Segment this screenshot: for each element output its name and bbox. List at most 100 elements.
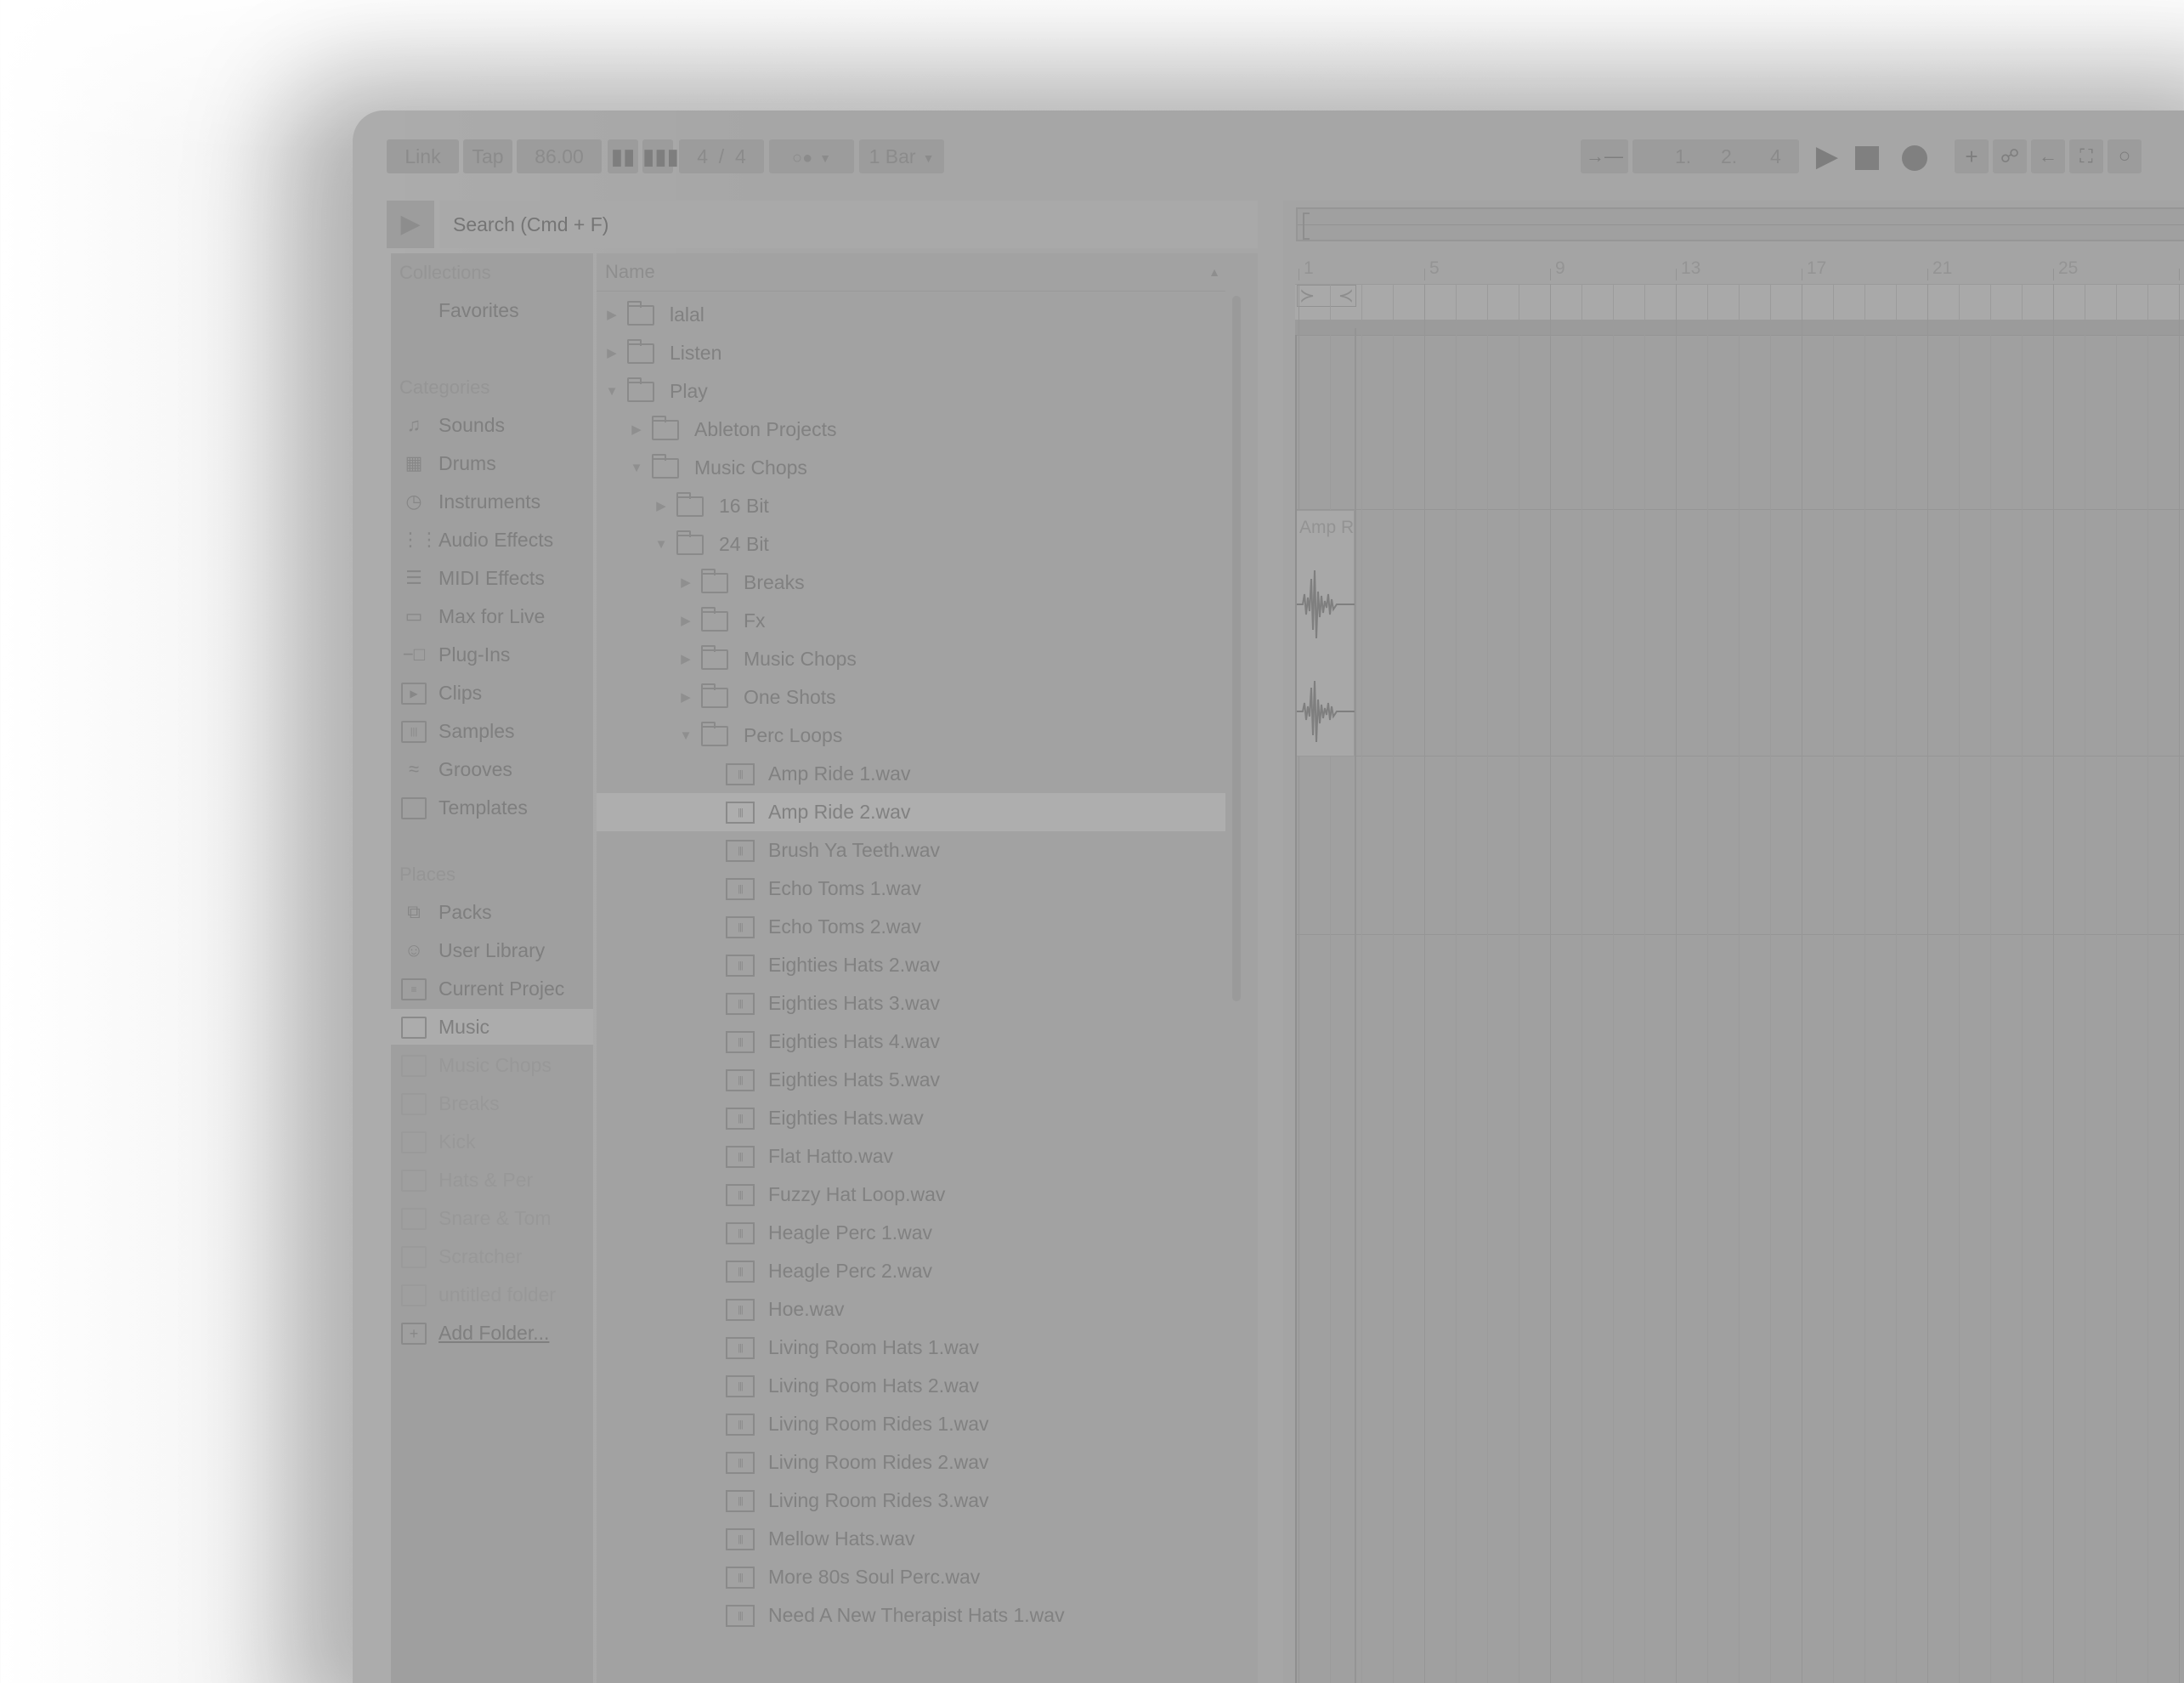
sidebar-item-max-for-live[interactable]: ▭ Max for Live [391, 598, 593, 634]
arrangement-position-field[interactable]: 1. 2. 4 [1632, 139, 1799, 173]
collapsed-arrow-icon[interactable]: ▶ [603, 296, 620, 334]
file-row[interactable]: ||| Eighties Hats 5.wav [597, 1061, 1225, 1099]
follow-icon[interactable]: →— [1581, 139, 1628, 173]
sidebar-item-templates[interactable]: Templates [391, 790, 593, 825]
file-row[interactable]: ||| Heagle Perc 2.wav [597, 1252, 1225, 1290]
record-icon[interactable] [1898, 139, 1932, 173]
folder-row[interactable]: ▶ One Shots [597, 678, 1225, 717]
add-folder-button[interactable]: + Add Folder... [391, 1315, 593, 1351]
file-row[interactable]: ||| Living Room Rides 3.wav [597, 1482, 1225, 1520]
file-row[interactable]: ||| Echo Toms 2.wav [597, 908, 1225, 946]
file-row[interactable]: ||| Living Room Rides 1.wav [597, 1405, 1225, 1443]
scrub-area[interactable] [1295, 320, 2184, 335]
collapsed-arrow-icon[interactable]: ▶ [653, 487, 670, 525]
tap-tempo-button[interactable]: Tap [463, 139, 512, 173]
file-row[interactable]: ||| Amp Ride 2.wav [597, 793, 1225, 831]
play-icon[interactable]: ▶ [1810, 139, 1844, 173]
folder-row[interactable]: ▶ Music Chops [597, 640, 1225, 678]
loop-strip[interactable]: ≻ ≺ [1295, 284, 2184, 320]
file-row[interactable]: ||| Eighties Hats.wav [597, 1099, 1225, 1137]
sidebar-item-current-project[interactable]: ≡ Current Projec [391, 971, 593, 1006]
beat-time-ruler[interactable]: 159131721252 [1295, 253, 2184, 284]
sidebar-item-grooves[interactable]: ≈ Grooves [391, 751, 593, 787]
overdub-plus-icon[interactable]: + [1955, 139, 1989, 173]
file-row[interactable]: ||| Flat Hatto.wav [597, 1137, 1225, 1176]
preview-play-icon[interactable]: ▶ [387, 201, 434, 248]
nudge-down-icon[interactable]: ▮▮ [608, 139, 638, 173]
file-row[interactable]: ||| Need A New Therapist Hats 1.wav [597, 1596, 1225, 1635]
stop-icon[interactable] [1850, 139, 1884, 173]
track-lane-3[interactable] [1295, 756, 2184, 935]
sidebar-item-sounds[interactable]: ♫ Sounds [391, 407, 593, 443]
folder-row[interactable]: ▶ Ableton Projects [597, 411, 1225, 449]
metronome-button[interactable]: ○● ▼ [769, 139, 854, 173]
file-row[interactable]: ||| Echo Toms 1.wav [597, 870, 1225, 908]
sidebar-item-kick[interactable]: Kick [391, 1124, 593, 1159]
sidebar-item-favorites[interactable]: Favorites [391, 292, 593, 328]
sidebar-item-midi-effects[interactable]: ☰ MIDI Effects [391, 560, 593, 596]
file-row[interactable]: ||| Living Room Rides 2.wav [597, 1443, 1225, 1482]
expanded-arrow-icon[interactable]: ▼ [603, 372, 620, 411]
track-lane-1[interactable] [1295, 335, 2184, 510]
collapsed-arrow-icon[interactable]: ▶ [677, 602, 694, 640]
file-row[interactable]: ||| Living Room Hats 1.wav [597, 1329, 1225, 1367]
search-input[interactable] [439, 201, 1258, 248]
file-row[interactable]: ||| Fuzzy Hat Loop.wav [597, 1176, 1225, 1214]
sidebar-item-snare-tom[interactable]: Snare & Tom [391, 1200, 593, 1236]
file-row[interactable]: ||| Amp Ride 1.wav [597, 755, 1225, 793]
folder-row[interactable]: ▼ 24 Bit [597, 525, 1225, 564]
loop-brace[interactable]: ≻ ≺ [1297, 285, 1356, 307]
session-record-icon[interactable]: ○ [2108, 139, 2142, 173]
overview-handle[interactable] [1303, 212, 1310, 240]
sidebar-item-user-library[interactable]: ☺ User Library [391, 932, 593, 968]
collapsed-arrow-icon[interactable]: ▶ [628, 411, 645, 449]
folder-row[interactable]: ▼ Music Chops [597, 449, 1225, 487]
sidebar-item-untitled-folder[interactable]: untitled folder [391, 1277, 593, 1312]
sidebar-item-packs[interactable]: ⧉ Packs [391, 894, 593, 930]
time-signature-field[interactable]: 4 / 4 [679, 139, 764, 173]
sidebar-item-instruments[interactable]: ◷ Instruments [391, 484, 593, 519]
folder-row[interactable]: ▶ Listen [597, 334, 1225, 372]
automation-arm-icon[interactable]: ☍ [1993, 139, 2027, 173]
file-row[interactable]: ||| Eighties Hats 4.wav [597, 1023, 1225, 1061]
expanded-arrow-icon[interactable]: ▼ [653, 525, 670, 564]
expanded-arrow-icon[interactable]: ▼ [677, 717, 694, 755]
folder-row[interactable]: ▶ Breaks [597, 564, 1225, 602]
collapsed-arrow-icon[interactable]: ▶ [677, 640, 694, 678]
file-row[interactable]: ||| Eighties Hats 2.wav [597, 946, 1225, 984]
folder-row[interactable]: ▶ lalal [597, 296, 1225, 334]
file-row[interactable]: ||| Eighties Hats 3.wav [597, 984, 1225, 1023]
sidebar-item-clips[interactable]: ▶ Clips [391, 675, 593, 711]
folder-row[interactable]: ▶ 16 Bit [597, 487, 1225, 525]
file-row[interactable]: ||| Brush Ya Teeth.wav [597, 831, 1225, 870]
link-button[interactable]: Link [387, 139, 459, 173]
sidebar-item-plug-ins[interactable]: −□ Plug-Ins [391, 637, 593, 672]
audio-clip[interactable]: Amp R [1295, 510, 1355, 756]
track-lane-4[interactable] [1295, 934, 2184, 1683]
capture-icon[interactable]: ⛶ [2069, 139, 2103, 173]
arrangement-overview[interactable] [1296, 207, 2184, 241]
file-row[interactable]: ||| Mellow Hats.wav [597, 1520, 1225, 1558]
nudge-up-icon[interactable]: ▮▮▮ [642, 139, 679, 173]
quantize-menu[interactable]: 1 Bar ▼ [859, 139, 944, 173]
folder-row[interactable]: ▼ Perc Loops [597, 717, 1225, 755]
folder-row[interactable]: ▶ Fx [597, 602, 1225, 640]
sidebar-item-scratcher[interactable]: Scratcher [391, 1238, 593, 1274]
collapsed-arrow-icon[interactable]: ▶ [677, 564, 694, 602]
sidebar-item-audio-effects[interactable]: ⋮⋮ Audio Effects [391, 522, 593, 558]
file-list-scrollbar[interactable] [1232, 296, 1241, 1001]
file-row[interactable]: ||| Living Room Hats 2.wav [597, 1367, 1225, 1405]
expanded-arrow-icon[interactable]: ▼ [628, 449, 645, 487]
back-to-arrangement-icon[interactable]: ← [2031, 139, 2065, 173]
track-lane-2[interactable] [1295, 509, 2184, 756]
sidebar-item-music-chops[interactable]: Music Chops [391, 1047, 593, 1083]
folder-row[interactable]: ▼ Play [597, 372, 1225, 411]
tempo-field[interactable]: 86.00 [517, 139, 602, 173]
sidebar-item-samples[interactable]: ||| Samples [391, 713, 593, 749]
collapsed-arrow-icon[interactable]: ▶ [677, 678, 694, 717]
file-row[interactable]: ||| Hoe.wav [597, 1290, 1225, 1329]
sidebar-item-breaks[interactable]: Breaks [391, 1085, 593, 1121]
file-row[interactable]: ||| Heagle Perc 1.wav [597, 1214, 1225, 1252]
file-row[interactable]: ||| More 80s Soul Perc.wav [597, 1558, 1225, 1596]
sidebar-item-drums[interactable]: ▦ Drums [391, 445, 593, 481]
